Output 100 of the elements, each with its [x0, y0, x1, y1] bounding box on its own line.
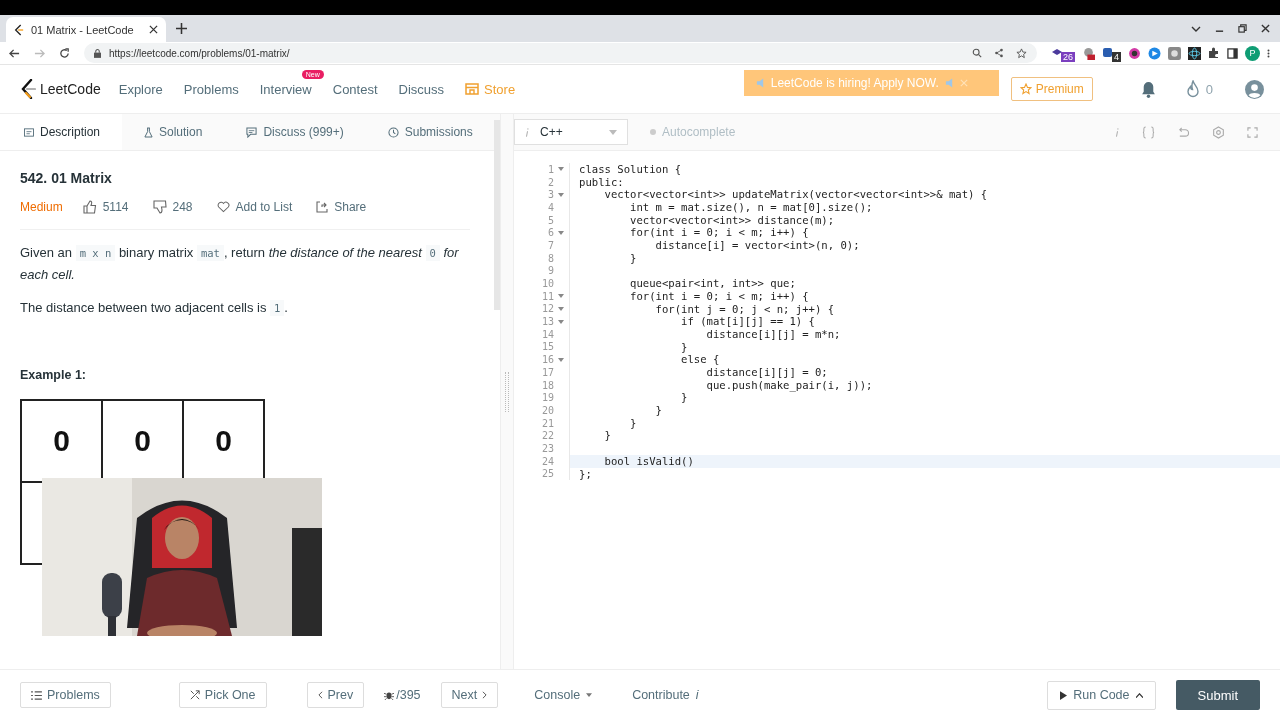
code-line: public: [578, 175, 625, 189]
line-number: 2 [547, 176, 554, 188]
store-icon [465, 83, 480, 95]
bug-icon [384, 690, 395, 700]
submit-button[interactable]: Submit [1175, 680, 1260, 710]
caret-icon [609, 129, 617, 135]
line-number: 15 [541, 341, 554, 353]
dislike-button[interactable]: 248 [152, 200, 193, 214]
nav-link[interactable]: Explore [118, 81, 163, 97]
fold-icon[interactable] [558, 230, 564, 235]
like-button[interactable]: 5114 [82, 200, 129, 214]
star-icon [1019, 83, 1032, 95]
star-icon[interactable] [1015, 47, 1027, 59]
menu-icon[interactable] [1267, 47, 1270, 59]
share-icon [316, 201, 329, 213]
line-number: 18 [541, 379, 554, 391]
code-line: vector<vector<int>> updateMatrix(vector<vector<int>>& mat) { [603, 188, 989, 202]
flame-icon[interactable] [1185, 80, 1200, 98]
extension-badge: 4 [1112, 52, 1121, 62]
caret-icon [586, 693, 593, 697]
fold-icon[interactable] [558, 192, 564, 197]
profile-avatar[interactable]: P [1245, 45, 1260, 61]
add-to-list-button[interactable]: Add to List [216, 200, 293, 214]
fold-icon[interactable] [558, 306, 564, 311]
fold-icon[interactable] [558, 319, 564, 324]
chevron-down-icon[interactable] [1191, 25, 1201, 32]
run-code-button[interactable]: Run Code [1047, 680, 1156, 710]
puzzle-icon[interactable] [1208, 47, 1220, 59]
language-dropdown[interactable]: C++ [514, 119, 628, 145]
document-icon [24, 127, 34, 137]
chevron-left-icon [317, 691, 323, 699]
code-line: } [654, 404, 663, 417]
panel-tab[interactable]: Description [0, 114, 122, 150]
code-line: } [603, 429, 612, 443]
account-icon[interactable] [1245, 79, 1264, 99]
close-icon[interactable] [1261, 24, 1270, 33]
extension-icon[interactable] [1082, 46, 1095, 60]
zoom-icon[interactable] [971, 48, 982, 58]
banner-text: LeetCode is hiring! Apply NOW. [770, 76, 939, 90]
atom-icon[interactable] [1188, 46, 1201, 60]
problem-statement: Given an m x n binary matrix mat , return the distance of the nearest 0 for each cell. [20, 244, 460, 284]
nav-link[interactable]: Discuss [398, 81, 445, 97]
line-number: 7 [547, 239, 554, 251]
code-line: } [629, 251, 638, 265]
share-button[interactable]: Share [316, 200, 367, 214]
prev-button[interactable]: Prev [306, 682, 365, 708]
share-icon[interactable] [993, 48, 1004, 58]
speaker-icon [944, 77, 954, 89]
code-line: class Solution { [578, 163, 683, 176]
line-number: 24 [541, 455, 554, 467]
close-icon[interactable] [149, 25, 158, 34]
extension-icon[interactable] [1128, 46, 1141, 60]
code-line: distance[i][j] = m*n; [705, 327, 842, 341]
lock-icon [94, 48, 101, 58]
nav-link[interactable]: Problems [183, 81, 239, 97]
line-number: 6 [547, 227, 554, 239]
line-number: 17 [541, 366, 554, 378]
line-number: 19 [541, 392, 554, 404]
side-panel-icon[interactable] [1227, 47, 1238, 59]
next-button[interactable]: Next [440, 682, 499, 708]
pick-one-button[interactable]: Pick One [178, 682, 267, 708]
url-field[interactable]: https://leetcode.com/problems/01-matrix/ [109, 47, 290, 59]
code-line: } [680, 340, 689, 354]
contribute-button[interactable]: Contribute i [626, 687, 705, 703]
line-number: 20 [541, 404, 554, 416]
code-line: distance[i] = vector<int>(n, 0); [654, 239, 861, 252]
code-line: else { [680, 353, 721, 366]
nav-link[interactable]: Contest [332, 81, 378, 97]
logo-icon [14, 23, 24, 36]
caret-icon [1135, 692, 1143, 698]
shuffle-icon [189, 690, 200, 700]
console-button[interactable]: Console [528, 687, 599, 703]
chevron-right-icon [482, 691, 488, 699]
problems-button[interactable]: Problems [20, 682, 111, 708]
code-line: for(int i = 0; i < m; i++) { [629, 289, 810, 303]
back-icon[interactable] [9, 47, 20, 59]
new-tab-icon[interactable] [176, 23, 187, 34]
info-icon [525, 126, 530, 138]
code-line: } [680, 391, 689, 405]
logo-icon[interactable] [20, 79, 36, 99]
reload-icon[interactable] [59, 47, 70, 59]
restore-icon[interactable] [1238, 24, 1247, 33]
fold-icon[interactable] [558, 357, 564, 362]
nav-link[interactable]: Interview [259, 81, 312, 97]
line-number: 12 [541, 303, 554, 315]
problem-note: The distance between two adjacent cells is 1 . [20, 299, 289, 318]
problem-count: /395 [396, 688, 421, 702]
clock-icon [387, 126, 399, 138]
code-line: distance[i][j] = 0; [705, 366, 829, 379]
fold-icon[interactable] [558, 294, 564, 299]
code-line: }; [578, 467, 593, 481]
brand-name[interactable]: LeetCode [40, 81, 101, 97]
bell-icon[interactable] [1140, 80, 1156, 98]
fold-icon[interactable] [558, 167, 564, 172]
extension-badge: 26 [1060, 52, 1075, 62]
thumbs-down-icon [152, 200, 167, 214]
browser-tab[interactable]: 01 Matrix - LeetCode [6, 17, 166, 42]
line-number: 13 [541, 316, 554, 328]
extension-icon[interactable] [1102, 47, 1114, 59]
line-number: 23 [541, 442, 554, 454]
